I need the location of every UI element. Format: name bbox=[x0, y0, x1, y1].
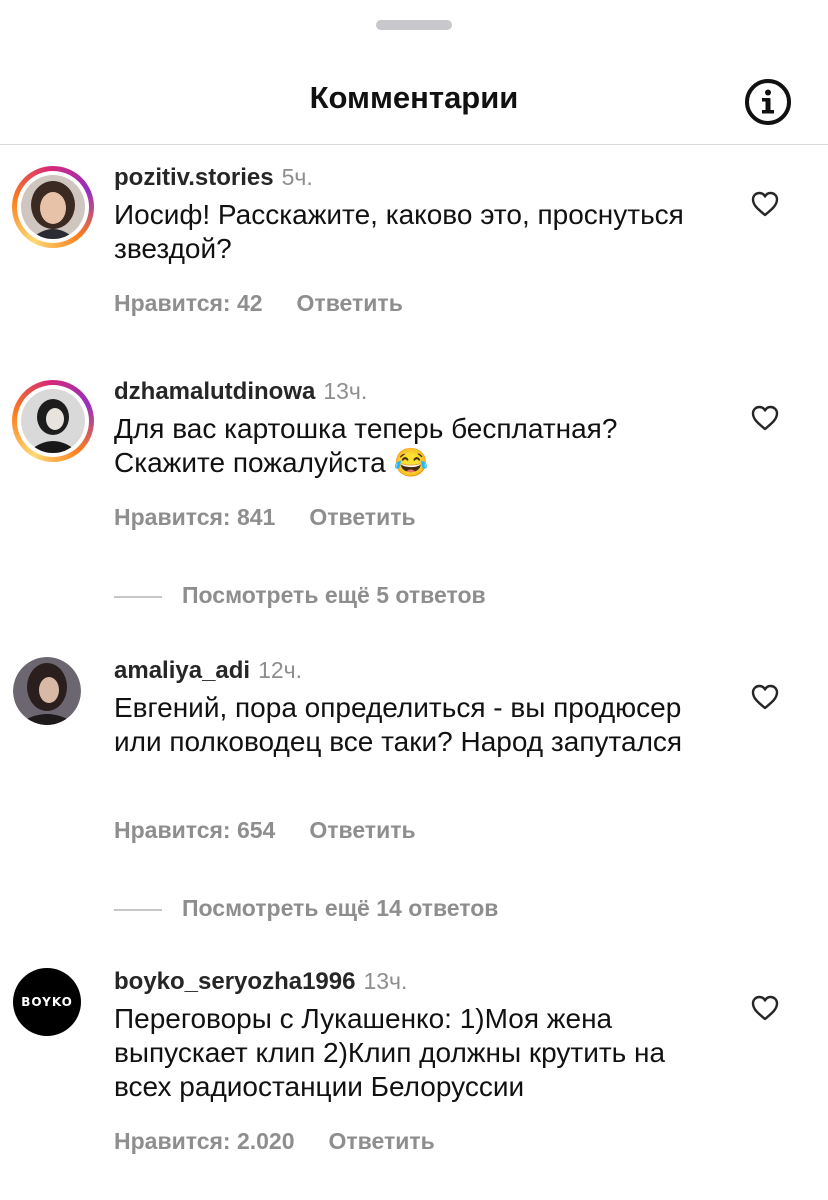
page-title: Комментарии bbox=[309, 80, 519, 115]
avatar-image bbox=[21, 389, 85, 453]
comment-item: BOYKO boyko_seryozha1996 13ч. Переговоры … bbox=[0, 968, 828, 1168]
comment-text: Для вас картошка теперь бесплатная? Скаж… bbox=[114, 413, 618, 478]
comment-text: Иосиф! Расскажите, каково это, проснутьс… bbox=[114, 199, 684, 264]
divider-line bbox=[114, 908, 162, 911]
view-more-replies-label: Посмотреть ещё 14 ответов bbox=[182, 895, 499, 921]
comment-actions: Нравится: 2.020 Ответить bbox=[114, 1128, 435, 1155]
heart-icon[interactable] bbox=[750, 404, 780, 432]
comment-header: boyko_seryozha1996 13ч. bbox=[114, 968, 407, 996]
comment-time: 5ч. bbox=[281, 164, 313, 190]
comments-sheet: Комментарии pozitiv.stories5ч. Иосиф! Р bbox=[0, 0, 828, 1200]
comment-item: amaliya_adi 12ч. Евгений, пора определить… bbox=[0, 657, 828, 921]
comment-header: pozitiv.stories 5ч. bbox=[114, 164, 313, 192]
heart-icon[interactable] bbox=[750, 994, 780, 1022]
avatar-logo: BOYKO bbox=[21, 995, 73, 1009]
comments-header: Комментарии bbox=[0, 60, 828, 145]
avatar[interactable] bbox=[13, 657, 81, 725]
avatar-image bbox=[21, 175, 85, 239]
likes-count[interactable]: Нравится: 42 bbox=[114, 290, 263, 316]
heart-icon[interactable] bbox=[750, 683, 780, 711]
comment-text: Переговоры с Лукашенко: 1)Моя жена выпус… bbox=[114, 1003, 666, 1102]
comment-actions: Нравится: 654 Ответить bbox=[114, 817, 416, 844]
likes-count[interactable]: Нравится: 841 bbox=[114, 504, 275, 530]
comment-username[interactable]: amaliya_adi bbox=[114, 657, 250, 684]
info-icon[interactable] bbox=[742, 76, 794, 128]
comment-actions: Нравится: 42 Ответить bbox=[114, 290, 403, 317]
reply-button[interactable]: Ответить bbox=[297, 290, 403, 316]
comment-actions: Нравится: 841 Ответить bbox=[114, 504, 416, 531]
avatar[interactable] bbox=[12, 380, 94, 462]
comment-text: Евгений, пора определиться - вы продюсер… bbox=[114, 692, 683, 757]
reply-button[interactable]: Ответить bbox=[309, 817, 415, 843]
comment-item: dzhamalutdinowa 13ч. Для вас картошка теп… bbox=[0, 378, 828, 608]
comment-username[interactable]: boyko_seryozha1996 bbox=[114, 968, 355, 995]
comment-time: 12ч. bbox=[258, 657, 303, 683]
view-more-replies[interactable]: Посмотреть ещё 14 ответов bbox=[114, 895, 498, 922]
heart-icon[interactable] bbox=[750, 190, 780, 218]
comment-header: amaliya_adi 12ч. bbox=[114, 657, 302, 685]
comment-time: 13ч. bbox=[323, 378, 368, 404]
comment-username[interactable]: pozitiv.stories bbox=[114, 164, 274, 191]
avatar[interactable] bbox=[12, 166, 94, 248]
comment-item: pozitiv.stories 5ч. Иосиф! Расскажите, ка… bbox=[0, 164, 828, 334]
comment-time: 13ч. bbox=[363, 968, 408, 994]
reply-button[interactable]: Ответить bbox=[309, 504, 415, 530]
divider-line bbox=[114, 595, 162, 598]
view-more-replies[interactable]: Посмотреть ещё 5 ответов bbox=[114, 582, 486, 609]
comment-username[interactable]: dzhamalutdinowa bbox=[114, 378, 315, 405]
reply-button[interactable]: Ответить bbox=[329, 1128, 435, 1154]
avatar[interactable]: BOYKO bbox=[13, 968, 81, 1036]
likes-count[interactable]: Нравится: 2.020 bbox=[114, 1128, 295, 1154]
sheet-grabber[interactable] bbox=[376, 20, 452, 30]
likes-count[interactable]: Нравится: 654 bbox=[114, 817, 275, 843]
view-more-replies-label: Посмотреть ещё 5 ответов bbox=[182, 582, 486, 608]
comment-header: dzhamalutdinowa 13ч. bbox=[114, 378, 367, 406]
